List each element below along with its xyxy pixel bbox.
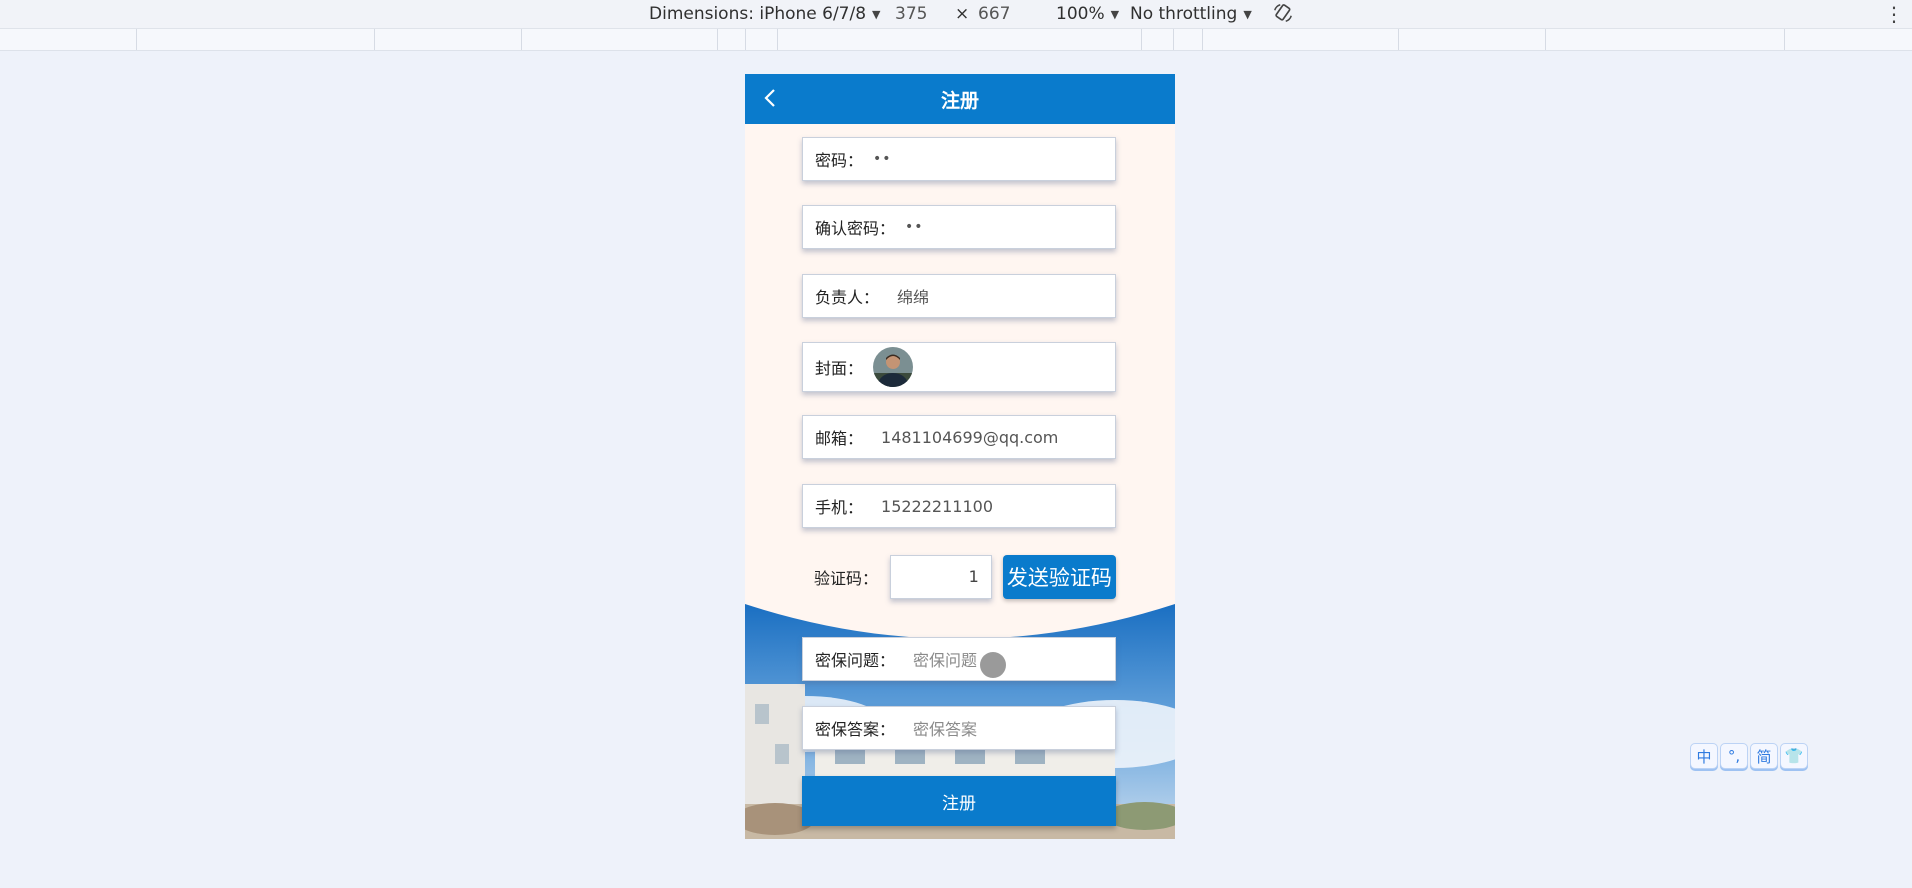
media-query-bar[interactable] [0, 29, 1912, 51]
device-select[interactable]: Dimensions: iPhone 6/7/8 ▼ [649, 3, 881, 25]
confirm-password-input[interactable]: •• [895, 219, 924, 235]
password-input[interactable]: •• [863, 151, 892, 167]
ime-chinese-key[interactable]: 中 [1690, 743, 1718, 769]
height-input[interactable]: 667 [978, 3, 1010, 25]
code-label: 验证码： [814, 569, 879, 588]
caret-down-icon: ▼ [1243, 7, 1252, 21]
width-input[interactable]: 375 [895, 3, 927, 25]
confirm-password-field[interactable]: 确认密码： •• [802, 205, 1116, 249]
owner-field[interactable]: 负责人： 绵绵 [802, 274, 1116, 318]
password-field[interactable]: 密码： •• [802, 137, 1116, 181]
zoom-label: 100% [1056, 4, 1105, 24]
back-arrow-icon[interactable] [759, 86, 783, 110]
cover-label: 封面： [815, 359, 864, 378]
phone-field[interactable]: 手机： 15222211100 [802, 484, 1116, 528]
page-header: 注册 [745, 74, 1175, 124]
ime-toolbar: 中 °, 简 👕 [1690, 743, 1808, 769]
devtools-device-toolbar: Dimensions: iPhone 6/7/8 ▼ 375 × 667 100… [0, 0, 1912, 29]
page-title: 注册 [940, 89, 979, 112]
email-field[interactable]: 邮箱： 1481104699@qq.com [802, 415, 1116, 459]
email-input[interactable]: 1481104699@qq.com [863, 428, 1058, 447]
throttling-select[interactable]: No throttling ▼ [1130, 3, 1252, 25]
touch-cursor-icon [980, 652, 1006, 678]
ime-simplified-key[interactable]: 简 [1750, 743, 1778, 769]
dimension-separator: × [955, 4, 970, 24]
zoom-select[interactable]: 100% ▼ [1056, 3, 1119, 25]
phone-label: 手机： [815, 498, 864, 517]
code-input[interactable]: 1 [890, 555, 992, 599]
password-label: 密码： [815, 151, 864, 170]
register-button[interactable]: 注册 [802, 776, 1116, 826]
rotate-icon[interactable] [1272, 2, 1294, 24]
more-menu-icon[interactable]: ⋮ [1884, 2, 1904, 26]
security-question-label: 密保问题： [815, 651, 896, 670]
security-answer-field[interactable]: 密保答案： 密保答案 [802, 706, 1116, 750]
phone-input[interactable]: 15222211100 [863, 497, 993, 516]
phone-viewport: 注册 密码： •• 确认密码： •• 负责人： 绵绵 封面： 邮箱： 14811… [745, 74, 1175, 839]
ime-skin-key[interactable]: 👕 [1780, 743, 1808, 769]
cover-field[interactable]: 封面： [802, 342, 1116, 392]
throttling-label: No throttling [1130, 4, 1238, 24]
caret-down-icon: ▼ [872, 7, 881, 21]
ime-punctuation-key[interactable]: °, [1720, 743, 1748, 769]
owner-label: 负责人： [815, 288, 880, 307]
send-code-button[interactable]: 发送验证码 [1002, 555, 1116, 599]
confirm-password-label: 确认密码： [815, 219, 896, 238]
security-answer-input[interactable]: 密保答案 [895, 716, 977, 740]
security-question-input[interactable]: 密保问题 [895, 647, 977, 671]
verification-code-row: 验证码： 1 发送验证码 [802, 554, 1116, 600]
caret-down-icon: ▼ [1110, 7, 1120, 21]
owner-input[interactable]: 绵绵 [879, 284, 929, 308]
device-select-label: Dimensions: iPhone 6/7/8 [649, 4, 867, 24]
email-label: 邮箱： [815, 429, 864, 448]
security-question-field[interactable]: 密保问题： 密保问题 [802, 637, 1116, 681]
cover-avatar[interactable] [873, 347, 914, 387]
security-answer-label: 密保答案： [815, 720, 896, 739]
